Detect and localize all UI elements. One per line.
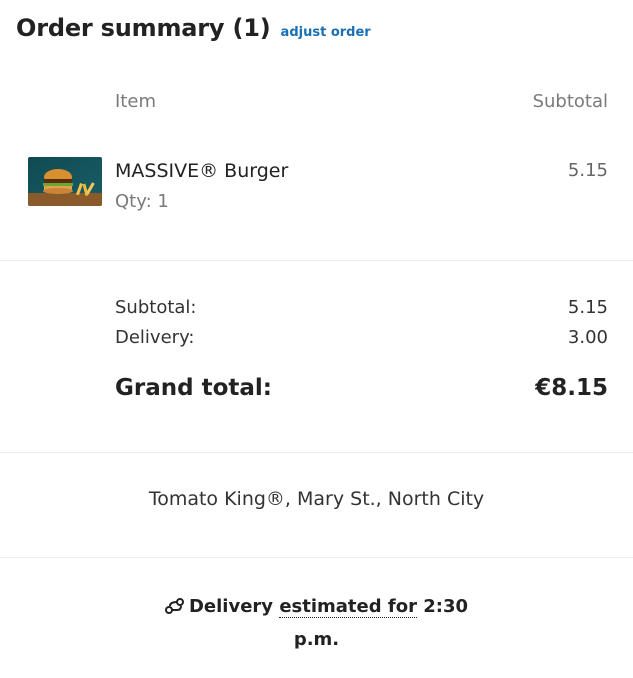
subtotal-value: 5.15 <box>567 297 608 318</box>
divider <box>0 557 633 558</box>
order-item-row: MASSIVE® Burger Qty: 1 5.15 <box>0 150 633 220</box>
page-title: Order summary (1) <box>16 14 271 42</box>
divider <box>0 452 633 453</box>
delivery-estimate: Delivery estimated for 2:30 p.m. <box>150 592 483 655</box>
delivery-route-icon <box>164 595 185 625</box>
grand-total-value: €8.15 <box>535 375 608 401</box>
delivery-fee-label: Delivery: <box>115 327 195 348</box>
order-summary-header: Order summary (1) adjust order <box>16 14 371 42</box>
divider <box>0 260 633 261</box>
delivery-fee-value: 3.00 <box>567 327 608 348</box>
item-quantity: Qty: 1 <box>115 191 169 212</box>
burger-photo-icon <box>28 157 102 206</box>
store-address: Tomato King®, Mary St., North City <box>148 488 485 510</box>
grand-total-label: Grand total: <box>115 375 272 401</box>
item-name: MASSIVE® Burger <box>115 160 289 182</box>
column-header-item: Item <box>115 91 156 112</box>
estimated-for-text: estimated for <box>279 596 417 618</box>
burger-thumbnail-image <box>28 157 102 206</box>
adjust-order-link[interactable]: adjust order <box>281 25 371 40</box>
item-price: 5.15 <box>567 160 608 181</box>
subtotal-label: Subtotal: <box>115 297 197 318</box>
delivery-prefix: Delivery <box>188 596 274 617</box>
column-header-subtotal: Subtotal <box>532 91 608 112</box>
